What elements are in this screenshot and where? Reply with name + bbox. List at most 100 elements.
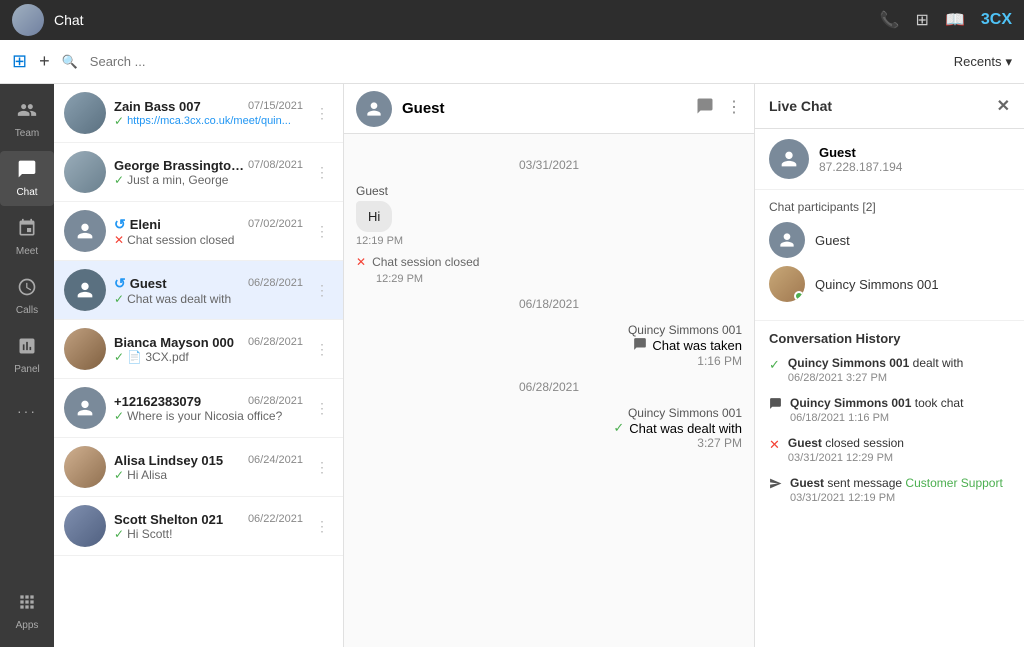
chat-item-scott[interactable]: Scott Shelton 021 06/22/2021 ✓ Hi Scott!… — [54, 497, 343, 556]
sidebar-item-team-label: Team — [15, 128, 39, 139]
sidebar-item-calls-label: Calls — [16, 305, 38, 316]
live-chat-title: Live Chat — [769, 98, 832, 114]
sidebar-item-calls[interactable]: Calls — [0, 269, 54, 324]
chat-more-eleni[interactable]: ⋮ — [311, 221, 333, 242]
chat-more-george[interactable]: ⋮ — [311, 162, 333, 183]
sidebar-item-panel[interactable]: Panel — [0, 328, 54, 383]
new-chat-button[interactable]: + — [39, 51, 50, 72]
chat-name-scott: Scott Shelton 021 — [114, 512, 223, 527]
chat-avatar-zain — [64, 92, 106, 134]
sidebar-item-team[interactable]: Team — [0, 92, 54, 147]
chat-bubble-msg-icon — [633, 337, 647, 354]
sidebar-icons: Team Chat Meet Calls Panel · — [0, 84, 54, 647]
chat-icon — [17, 159, 37, 184]
chat-item-bianca[interactable]: Bianca Mayson 000 06/28/2021 ✓ 📄 3CX.pdf… — [54, 320, 343, 379]
calls-icon — [17, 277, 37, 302]
chat-name-guest-list: ↺ Guest — [114, 275, 167, 292]
close-panel-button[interactable]: ✕ — [997, 96, 1010, 116]
chat-preview-alisa: ✓ Hi Alisa — [114, 468, 303, 482]
chat-preview-bianca: ✓ 📄 3CX.pdf — [114, 350, 303, 364]
history-item-1: ✓ Quincy Simmons 001 dealt with 06/28/20… — [769, 356, 1010, 384]
chat-more-alisa[interactable]: ⋮ — [311, 457, 333, 478]
history-icon-cross-3: ✕ — [769, 437, 780, 453]
guest-panel-name: Guest — [819, 145, 902, 160]
history-actor-1: Quincy Simmons 001 — [788, 356, 909, 370]
brand-label: 3CX — [981, 11, 1012, 29]
date-sep-1: 03/31/2021 — [356, 158, 742, 172]
chat-list: Zain Bass 007 07/15/2021 ✓ https://mca.3… — [54, 84, 344, 647]
search-input[interactable] — [90, 54, 942, 69]
chat-item-guest[interactable]: ↺ Guest 06/28/2021 ✓ Chat was dealt with… — [54, 261, 343, 320]
sidebar-item-more[interactable]: ··· — [0, 395, 54, 427]
right-panel: Live Chat ✕ Guest 87.228.187.194 Chat pa… — [754, 84, 1024, 647]
chat-item-zain[interactable]: Zain Bass 007 07/15/2021 ✓ https://mca.3… — [54, 84, 343, 143]
history-date-1: 06/28/2021 3:27 PM — [788, 372, 963, 384]
chat-taken-msg: Quincy Simmons 001 Chat was taken 1:16 P… — [356, 323, 742, 368]
chat-date-george: 07/08/2021 — [248, 159, 303, 171]
chat-dealt-sender: Quincy Simmons 001 — [628, 406, 742, 420]
msg-guest-hi: Guest Hi 12:19 PM — [356, 184, 742, 247]
chat-main: Guest ⋮ 03/31/2021 Guest Hi 12:19 PM ✕ C… — [344, 84, 754, 647]
book-icon[interactable]: 📖 — [945, 10, 965, 30]
chat-item-phone[interactable]: +12162383079 06/28/2021 ✓ Where is your … — [54, 379, 343, 438]
participants-section: Chat participants [2] Guest Quincy Simmo… — [755, 190, 1024, 321]
chat-bubble-icon[interactable] — [696, 97, 714, 120]
chat-taken-text: Chat was taken — [652, 338, 742, 353]
participant-name-quincy: Quincy Simmons 001 — [815, 277, 939, 292]
chat-more-bianca[interactable]: ⋮ — [311, 339, 333, 360]
chat-header-name: Guest — [402, 100, 686, 117]
history-action-1: dealt with — [913, 356, 964, 370]
chat-name-bianca: Bianca Mayson 000 — [114, 335, 234, 350]
sidebar-item-apps[interactable]: Apps — [12, 584, 43, 639]
chat-header-avatar — [356, 91, 392, 127]
chat-more-zain[interactable]: ⋮ — [311, 103, 333, 124]
search-icon: 🔍 — [62, 54, 78, 70]
chat-date-scott: 06/22/2021 — [248, 513, 303, 525]
chat-name-phone: +12162383079 — [114, 394, 201, 409]
phone-icon[interactable]: 📞 — [880, 10, 900, 30]
history-date-4: 03/31/2021 12:19 PM — [790, 492, 1003, 504]
sidebar-item-chat-label: Chat — [16, 187, 37, 198]
chat-more-scott[interactable]: ⋮ — [311, 516, 333, 537]
history-date-2: 06/18/2021 1:16 PM — [790, 412, 963, 424]
history-action-3: closed session — [825, 436, 904, 450]
chat-avatar-eleni — [64, 210, 106, 252]
chat-item-eleni[interactable]: ↺ Eleni 07/02/2021 ✕ Chat session closed… — [54, 202, 343, 261]
recents-button[interactable]: Recents ▾ — [954, 54, 1012, 70]
chat-item-george[interactable]: George Brassington 002 07/08/2021 ✓ Just… — [54, 143, 343, 202]
chat-avatar-bianca — [64, 328, 106, 370]
history-item-4: Guest sent message Customer Support 03/3… — [769, 476, 1010, 504]
search-bar: ⊞ + 🔍 Recents ▾ — [0, 40, 1024, 84]
chat-date-alisa: 06/24/2021 — [248, 454, 303, 466]
windows-icon[interactable]: ⊞ — [12, 51, 27, 72]
session-closed-time: 12:29 PM — [376, 273, 742, 285]
grid-icon[interactable]: ⊞ — [916, 10, 929, 30]
chat-more-phone[interactable]: ⋮ — [311, 398, 333, 419]
chat-dealt-time: 3:27 PM — [356, 436, 742, 450]
chat-dealt-text: Chat was dealt with — [629, 421, 742, 436]
history-actor-4: Guest — [790, 476, 824, 490]
sidebar-item-meet-label: Meet — [16, 246, 38, 257]
chat-more-guest-list[interactable]: ⋮ — [311, 280, 333, 301]
chat-messages: 03/31/2021 Guest Hi 12:19 PM ✕ Chat sess… — [344, 134, 754, 647]
sidebar-item-meet[interactable]: Meet — [0, 210, 54, 265]
history-icon-check-1: ✓ — [769, 357, 780, 373]
apps-icon — [17, 592, 37, 617]
chat-name-george: George Brassington 002 — [114, 158, 248, 173]
sidebar-item-panel-label: Panel — [14, 364, 40, 375]
system-session-closed: ✕ Chat session closed — [356, 255, 742, 269]
history-action-4: sent message — [827, 476, 902, 490]
chat-avatar-phone — [64, 387, 106, 429]
top-bar-icons: 📞 ⊞ 📖 3CX — [880, 10, 1012, 30]
chat-date-guest-list: 06/28/2021 — [248, 277, 303, 289]
chat-preview-scott: ✓ Hi Scott! — [114, 527, 303, 541]
participant-guest: Guest — [769, 222, 1010, 258]
history-action-2: took chat — [915, 396, 964, 410]
chat-item-alisa[interactable]: Alisa Lindsey 015 06/24/2021 ✓ Hi Alisa … — [54, 438, 343, 497]
participants-label: Chat participants [2] — [769, 200, 1010, 214]
history-label: Conversation History — [769, 331, 1010, 346]
chat-avatar-george — [64, 151, 106, 193]
sidebar-item-chat[interactable]: Chat — [0, 151, 54, 206]
chat-more-icon[interactable]: ⋮ — [726, 97, 742, 120]
history-actor-3: Guest — [788, 436, 822, 450]
